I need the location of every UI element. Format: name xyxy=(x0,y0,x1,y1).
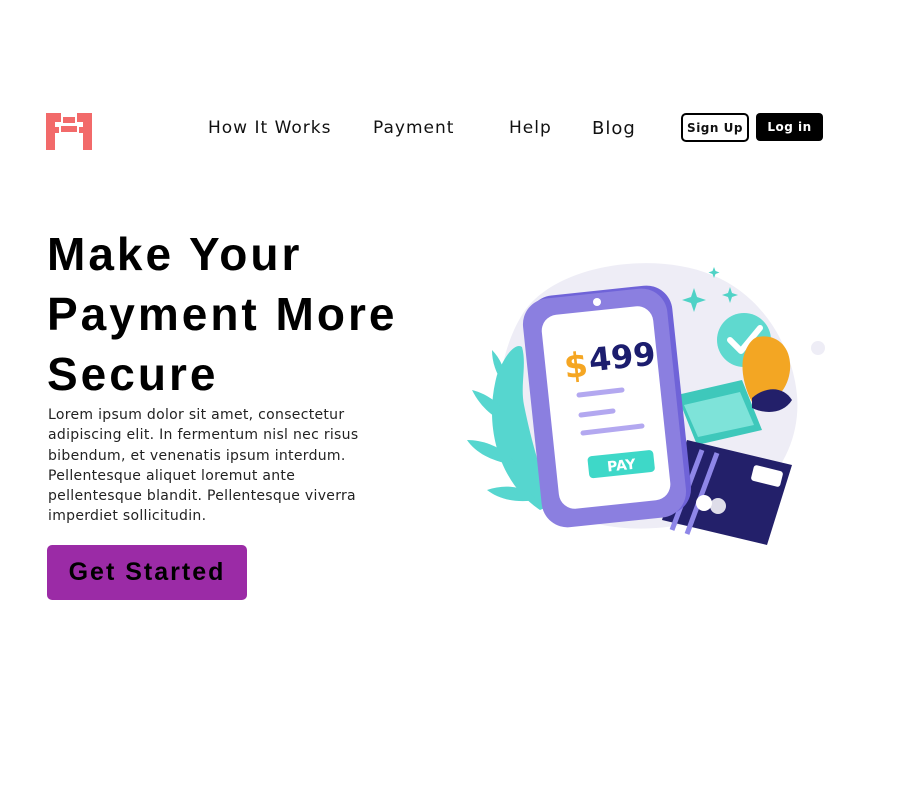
phone-icon xyxy=(522,285,692,528)
hero-description: Lorem ipsum dolor sit amet, consectetur … xyxy=(48,407,359,525)
nav-help[interactable]: Help xyxy=(509,118,552,138)
amount-value: 499 xyxy=(587,335,657,380)
sign-up-button[interactable]: Sign Up xyxy=(681,113,749,142)
amount-symbol: $ xyxy=(562,345,590,387)
log-in-button[interactable]: Log in xyxy=(756,113,823,141)
nav-how-it-works[interactable]: How It Works xyxy=(208,118,331,138)
nav-payment[interactable]: Payment xyxy=(373,118,454,138)
pay-label: PAY xyxy=(606,457,637,476)
brand-logo-icon[interactable] xyxy=(46,113,92,150)
background-dot xyxy=(811,341,825,355)
hero-title: Make Your Payment More Secure xyxy=(47,228,398,400)
nav-blog[interactable]: Blog xyxy=(592,118,636,139)
payment-illustration: $ 499 PAY xyxy=(467,263,825,545)
get-started-button[interactable]: Get Started xyxy=(47,545,247,600)
